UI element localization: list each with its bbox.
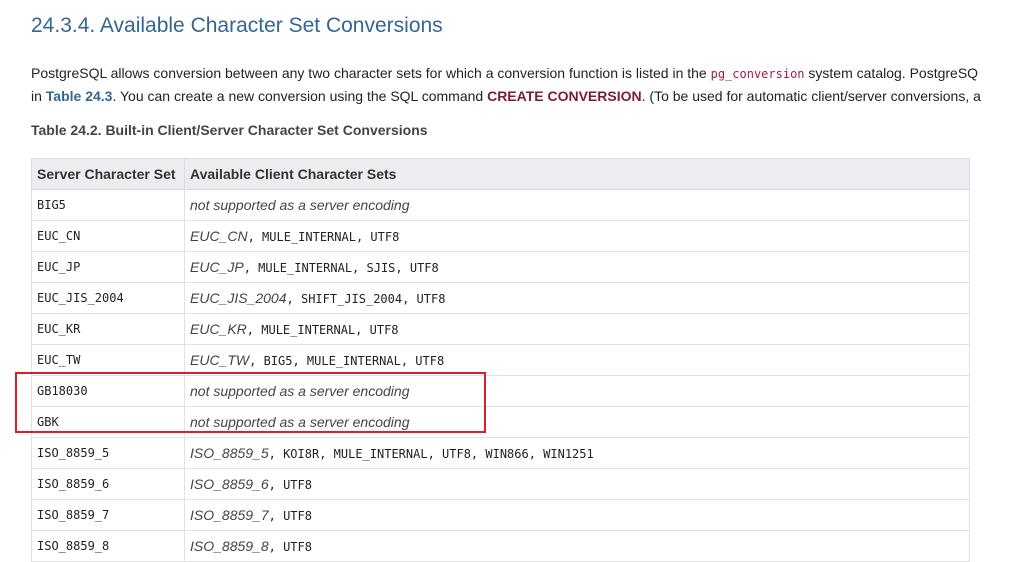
server-charset-cell: ISO_8859_5 xyxy=(31,437,185,469)
server-charset-cell: ISO_8859_8 xyxy=(31,530,185,562)
client-charset-emphasis: ISO_8859_8 xyxy=(190,538,269,554)
client-charset-emphasis: ISO_8859_5 xyxy=(190,445,269,461)
client-charsets-cell: EUC_JP, MULE_INTERNAL, SJIS, UTF8 xyxy=(184,251,970,283)
server-charset-cell: EUC_JP xyxy=(31,251,185,283)
pg-conversion-code: pg_conversion xyxy=(710,67,805,81)
client-charsets-cell: EUC_JIS_2004, SHIFT_JIS_2004, UTF8 xyxy=(184,282,970,314)
client-charset-emphasis: ISO_8859_7 xyxy=(190,507,269,523)
table-row: GBK not supported as a server encoding xyxy=(31,406,970,438)
server-charset-cell: BIG5 xyxy=(31,189,185,221)
client-charset-emphasis: not supported as a server encoding xyxy=(190,414,410,430)
intro-line1-tail: system catalog. PostgreSQ xyxy=(804,65,979,81)
client-charsets-cell: not supported as a server encoding xyxy=(184,375,970,407)
table-row: GB18030 not supported as a server encodin… xyxy=(31,375,970,407)
section-heading: 24.3.4. Available Character Set Conversi… xyxy=(31,14,443,37)
table-row: EUC_JP EUC_JP, MULE_INTERNAL, SJIS, UTF8 xyxy=(31,251,970,283)
server-charset-cell: EUC_TW xyxy=(31,344,185,376)
client-charsets-cell: ISO_8859_6, UTF8 xyxy=(184,468,970,500)
server-charset-cell: ISO_8859_6 xyxy=(31,468,185,500)
intro-line1-text: PostgreSQL allows conversion between any… xyxy=(31,65,711,81)
header-server-charset: Server Character Set xyxy=(31,158,185,190)
table-row: EUC_KR EUC_KR, MULE_INTERNAL, UTF8 xyxy=(31,313,970,345)
client-charset-emphasis: ISO_8859_6 xyxy=(190,476,269,492)
client-charset-emphasis: EUC_JIS_2004 xyxy=(190,290,287,306)
intro-line2-text: in xyxy=(31,88,46,104)
client-charset-list: , MULE_INTERNAL, UTF8 xyxy=(247,230,400,244)
table-row: ISO_8859_7 ISO_8859_7, UTF8 xyxy=(31,499,970,531)
intro-line2-mid: . You can create a new conversion using … xyxy=(112,88,488,104)
client-charset-list: , SHIFT_JIS_2004, UTF8 xyxy=(286,292,446,306)
table-row: ISO_8859_5 ISO_8859_5, KOI8R, MULE_INTERN… xyxy=(31,437,970,469)
table-header-row: Server Character Set Available Client Ch… xyxy=(31,158,970,190)
table-row: EUC_CN EUC_CN, MULE_INTERNAL, UTF8 xyxy=(31,220,970,252)
server-charset-cell: EUC_JIS_2004 xyxy=(31,282,185,314)
conversions-table: Server Character Set Available Client Ch… xyxy=(31,158,970,562)
server-charset-cell: EUC_CN xyxy=(31,220,185,252)
client-charset-list: , UTF8 xyxy=(268,478,312,492)
table-row: EUC_TW EUC_TW, BIG5, MULE_INTERNAL, UTF8 xyxy=(31,344,970,376)
server-charset-cell: GBK xyxy=(31,406,185,438)
client-charsets-cell: EUC_TW, BIG5, MULE_INTERNAL, UTF8 xyxy=(184,344,970,376)
client-charsets-cell: ISO_8859_8, UTF8 xyxy=(184,530,970,562)
client-charset-emphasis: EUC_TW xyxy=(190,352,250,368)
client-charsets-cell: EUC_KR, MULE_INTERNAL, UTF8 xyxy=(184,313,970,345)
server-charset-cell: ISO_8859_7 xyxy=(31,499,185,531)
create-conversion-link[interactable]: CREATE CONVERSION xyxy=(487,88,642,104)
client-charsets-cell: ISO_8859_7, UTF8 xyxy=(184,499,970,531)
client-charset-emphasis: EUC_KR xyxy=(190,321,247,337)
table-row: BIG5 not supported as a server encoding xyxy=(31,189,970,221)
client-charsets-cell: EUC_CN, MULE_INTERNAL, UTF8 xyxy=(184,220,970,252)
client-charset-emphasis: not supported as a server encoding xyxy=(190,197,410,213)
intro-paragraph: PostgreSQL allows conversion between any… xyxy=(31,62,1035,107)
intro-line2-tail: . (To be used for automatic client/serve… xyxy=(641,88,981,104)
table-row: ISO_8859_6 ISO_8859_6, UTF8 xyxy=(31,468,970,500)
table-row: ISO_8859_8 ISO_8859_8, UTF8 xyxy=(31,530,970,562)
client-charset-emphasis: EUC_JP xyxy=(190,259,244,275)
server-charset-cell: GB18030 xyxy=(31,375,185,407)
client-charset-emphasis: EUC_CN xyxy=(190,228,248,244)
client-charset-list: , MULE_INTERNAL, SJIS, UTF8 xyxy=(243,261,439,275)
client-charset-list: , BIG5, MULE_INTERNAL, UTF8 xyxy=(249,354,445,368)
header-client-charsets: Available Client Character Sets xyxy=(184,158,970,190)
client-charset-list: , UTF8 xyxy=(268,509,312,523)
client-charset-emphasis: not supported as a server encoding xyxy=(190,383,410,399)
client-charsets-cell: not supported as a server encoding xyxy=(184,406,970,438)
client-charset-list: , MULE_INTERNAL, UTF8 xyxy=(246,323,399,337)
client-charsets-cell: not supported as a server encoding xyxy=(184,189,970,221)
client-charsets-cell: ISO_8859_5, KOI8R, MULE_INTERNAL, UTF8, … xyxy=(184,437,970,469)
client-charset-list: , UTF8 xyxy=(268,540,312,554)
table-row: EUC_JIS_2004 EUC_JIS_2004, SHIFT_JIS_2004… xyxy=(31,282,970,314)
client-charset-list: , KOI8R, MULE_INTERNAL, UTF8, WIN866, WI… xyxy=(268,447,594,461)
table-24-3-link[interactable]: Table 24.3 xyxy=(46,88,113,104)
table-caption: Table 24.2. Built-in Client/Server Chara… xyxy=(31,122,428,138)
server-charset-cell: EUC_KR xyxy=(31,313,185,345)
